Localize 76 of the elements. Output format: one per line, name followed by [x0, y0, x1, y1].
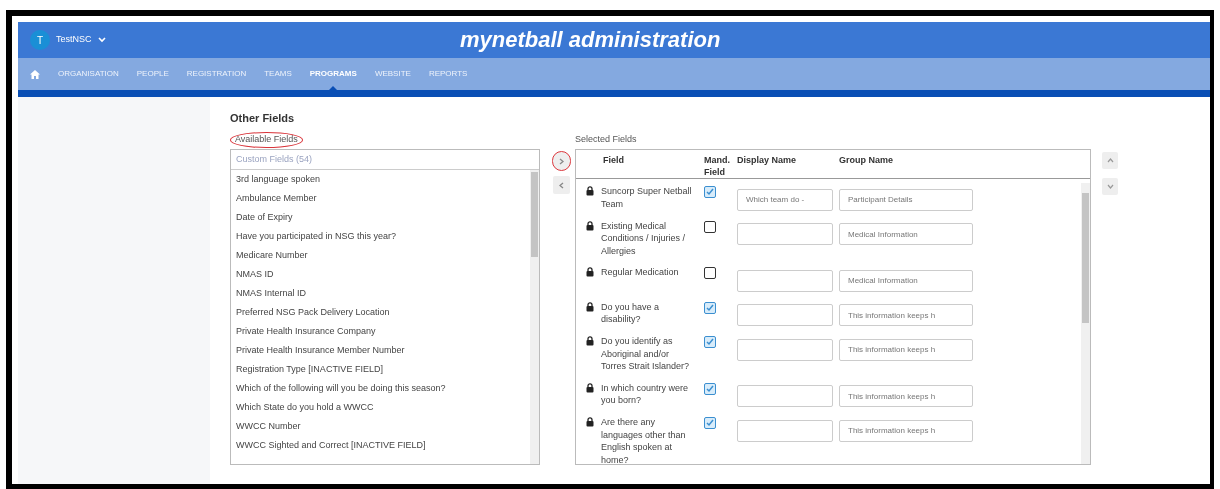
avatar[interactable]: T	[30, 30, 50, 50]
list-item[interactable]: Ambulance Member	[236, 191, 317, 206]
field-name: Suncorp Super Netball Team	[601, 185, 693, 210]
column-header: Field	[603, 155, 624, 165]
list-item[interactable]: Date of Expiry	[236, 210, 293, 225]
field-name: Existing Medical Conditions / Injuries / Allergies	[601, 219, 687, 257]
home-icon[interactable]	[30, 69, 40, 79]
list-item[interactable]: WWCC Sighted and Correct [INACTIVE FIELD]	[236, 438, 426, 453]
list-item[interactable]: Which of the following will you be doing this season?	[236, 381, 446, 396]
lock-icon	[586, 336, 594, 346]
list-item[interactable]: Have you participated in NSG this year?	[236, 229, 397, 244]
field-name: Are there any languages other than English spoken at home?	[601, 416, 687, 464]
list-item[interactable]: Private Health Insurance Company	[236, 324, 376, 339]
list-item[interactable]: Registration Type [INACTIVE FIELD]	[236, 362, 383, 377]
mandatory-checkbox[interactable]	[704, 336, 716, 348]
mandatory-checkbox[interactable]	[704, 417, 716, 429]
list-item[interactable]: 3rd language spoken	[236, 172, 321, 187]
display-name-field[interactable]	[737, 385, 833, 407]
group-name-field[interactable]: This information keeps h	[839, 419, 973, 442]
scrollbar[interactable]	[530, 170, 539, 464]
scrollbar[interactable]	[1081, 183, 1090, 464]
section-title: Other Fields	[230, 111, 296, 125]
search-field[interactable]: Custom Fields (54)	[231, 152, 521, 167]
mandatory-checkbox[interactable]	[704, 267, 716, 279]
user-name[interactable]: TestNSC	[56, 33, 92, 47]
app-title: mynetball administration	[460, 26, 721, 54]
lock-icon	[586, 186, 594, 196]
display-name-field[interactable]	[737, 223, 833, 245]
remove-button[interactable]	[553, 176, 570, 194]
available-fields-label: Available Fields	[231, 133, 302, 147]
caret-icon[interactable]	[97, 37, 106, 43]
display-name-field[interactable]	[737, 269, 833, 292]
display-name-field[interactable]	[737, 419, 833, 442]
column-header: Group Name	[839, 155, 893, 165]
field-name: Regular Medication	[601, 266, 680, 279]
field-name: Do you have a disability?	[601, 300, 661, 326]
list-item[interactable]: Preferred NSG Pack Delivery Location	[236, 305, 390, 320]
group-name-field[interactable]: This information keeps h	[839, 338, 973, 361]
add-button[interactable]	[553, 152, 570, 170]
lock-icon	[586, 220, 594, 231]
chevron-down-icon	[1106, 183, 1114, 190]
field-name: Do you identify as Aboriginal and/or Torres Strait Islander?	[601, 335, 691, 373]
list-item[interactable]: Private Health Insurance Member Number	[236, 343, 405, 358]
chevron-right-icon	[558, 157, 565, 165]
available-fields-list[interactable]	[230, 149, 540, 465]
mandatory-checkbox[interactable]	[704, 220, 716, 233]
lock-icon	[586, 301, 594, 312]
group-name-field[interactable]: This information keeps h	[839, 304, 973, 326]
list-item[interactable]: Medicare Number	[236, 248, 308, 263]
chevron-left-icon	[558, 181, 565, 189]
column-header: Display Name	[737, 155, 797, 165]
group-name-field[interactable]: This information keeps h	[839, 385, 973, 407]
list-item[interactable]: NMAS Internal ID	[236, 286, 307, 301]
display-name-field[interactable]	[737, 338, 833, 361]
move-up-button[interactable]	[1102, 152, 1118, 169]
scrollbar-thumb[interactable]	[1082, 193, 1089, 323]
list-item[interactable]: NMAS ID	[236, 267, 274, 282]
group-name-field[interactable]: Medical Information	[839, 223, 973, 245]
column-header: Mand. Field	[704, 154, 731, 178]
lock-icon	[586, 267, 594, 277]
chevron-up-icon	[1106, 157, 1114, 164]
display-name-field[interactable]: Which team do -	[737, 188, 833, 211]
group-name-field[interactable]: Participant Details	[839, 188, 973, 211]
list-item[interactable]: Which State do you hold a WWCC	[236, 400, 374, 415]
lock-icon	[586, 417, 594, 427]
field-name: In which country were you born?	[601, 381, 690, 407]
mandatory-checkbox[interactable]	[704, 382, 716, 395]
lock-icon	[586, 382, 594, 393]
mandatory-checkbox[interactable]	[704, 301, 716, 314]
selected-fields-label: Selected Fields	[575, 133, 637, 147]
move-down-button[interactable]	[1102, 178, 1118, 195]
list-item[interactable]: WWCC Number	[236, 419, 301, 434]
scrollbar-thumb[interactable]	[531, 172, 538, 257]
display-name-field[interactable]	[737, 304, 833, 326]
mandatory-checkbox[interactable]	[704, 186, 716, 198]
group-name-field[interactable]: Medical Information	[839, 269, 973, 292]
